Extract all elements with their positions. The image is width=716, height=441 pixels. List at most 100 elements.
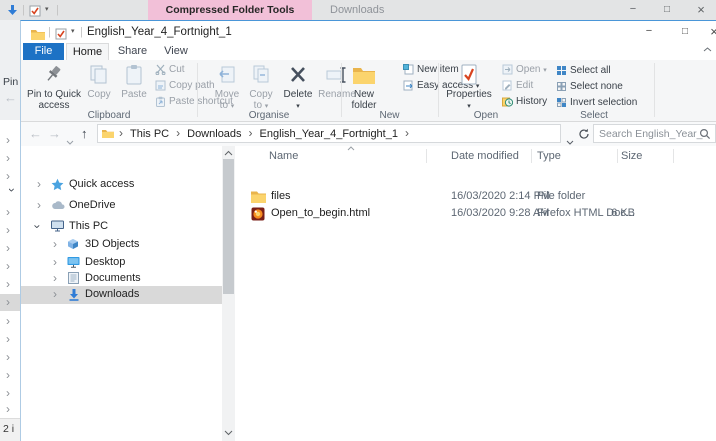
file-tab[interactable]: File [23, 43, 64, 60]
minimize-button[interactable]: − [633, 22, 665, 42]
sidebar-item-desktop[interactable]: › Desktop [21, 254, 222, 271]
column-headers: Name Date modified Type Size [235, 146, 716, 165]
qat-dropdown-icon[interactable]: ▾ [71, 21, 75, 43]
copy-button[interactable]: Copy [83, 63, 115, 100]
address-bar-row: ← → ↑ › This PC › Downloads › English_Ye… [21, 122, 716, 146]
pin-icon [27, 64, 81, 88]
tree-expander-chevron[interactable]: › [6, 259, 18, 273]
tab-share[interactable]: Share [111, 43, 154, 60]
column-header-type[interactable]: Type [537, 147, 561, 165]
select-none-button[interactable]: Select none [556, 80, 623, 95]
tree-expander-chevron[interactable]: › [6, 223, 18, 237]
close-button[interactable]: × [702, 22, 716, 42]
breadcrumb-this-pc[interactable]: This PC [128, 128, 171, 140]
sidebar-item-downloads[interactable]: › Downloads [21, 286, 222, 304]
scrollbar-down-icon[interactable] [224, 430, 233, 441]
tab-view[interactable]: View [156, 43, 196, 60]
search-input[interactable] [594, 125, 703, 142]
tree-expander-chevron[interactable]: › [6, 295, 18, 309]
tree-expander-chevron[interactable]: › [6, 402, 18, 416]
sidebar-item-onedrive[interactable]: › OneDrive [21, 197, 222, 214]
item-count-fragment: 2 i [3, 423, 15, 435]
breadcrumb-downloads[interactable]: Downloads [185, 128, 243, 140]
tree-expander-chevron[interactable]: › [6, 314, 18, 328]
tree-expander-chevron[interactable]: › [53, 287, 57, 302]
tree-expander-chevron[interactable]: › [6, 169, 18, 183]
maximize-button[interactable]: □ [651, 0, 683, 20]
button-label: Properties [446, 89, 492, 100]
ribbon-group-clipboard: Pin to Quick access Copy Paste Cut Copy … [21, 60, 233, 122]
compressed-folder-tools-tab[interactable]: Compressed Folder Tools [148, 0, 312, 20]
group-caption: Open [473, 110, 499, 121]
tree-expander-chevron[interactable]: › [6, 205, 18, 219]
tree-expander-chevron[interactable]: › [6, 368, 18, 382]
invert-selection-button[interactable]: Invert selection [556, 96, 637, 111]
tree-expander-chevron[interactable]: › [6, 133, 18, 147]
file-size: 6 KB [611, 207, 635, 219]
search-box[interactable] [593, 124, 716, 143]
back-icon[interactable]: ← [29, 124, 42, 143]
tab-home[interactable]: Home [66, 43, 109, 60]
file-row-files[interactable]: files 16/03/2020 2:14 PM File folder [235, 188, 716, 205]
minimize-button[interactable]: − [617, 0, 649, 20]
file-date: 16/03/2020 2:14 PM [451, 190, 551, 202]
sidebar-item-this-pc[interactable]: › This PC [21, 218, 222, 235]
file-row-open-to-begin[interactable]: Open_to_begin.html 16/03/2020 9:28 AM Fi… [235, 205, 716, 222]
sidebar-item-documents[interactable]: › Documents [21, 270, 222, 287]
back-icon[interactable]: ← [4, 90, 17, 105]
sidebar-item-label: Documents [85, 272, 141, 284]
qat-dropdown-icon[interactable]: ▾ [45, 0, 49, 20]
address-box[interactable]: › This PC › Downloads › English_Year_4_F… [97, 124, 561, 143]
sidebar-item-label: Quick access [69, 178, 135, 190]
easy-access-icon [403, 80, 414, 91]
tree-expander-chevron[interactable]: › [6, 332, 18, 346]
scrollbar-thumb[interactable] [223, 159, 234, 294]
tree-expander-chevron[interactable]: › [6, 350, 18, 364]
sidebar-item-quick-access[interactable]: › Quick access [21, 176, 222, 193]
tree-expander-chevron[interactable]: › [6, 386, 18, 400]
pin-to-quick-access-button[interactable]: Pin to Quick access [27, 63, 81, 111]
column-header-date-modified[interactable]: Date modified [451, 147, 519, 165]
copy-to-button[interactable]: Copy to ▾ [245, 63, 277, 112]
folder-icon [251, 190, 266, 203]
tree-expander-chevron[interactable]: › [6, 151, 18, 165]
sidebar-item-3d-objects[interactable]: › 3D Objects [21, 236, 222, 253]
edit-button[interactable]: Edit [502, 79, 533, 94]
tree-expander-chevron[interactable]: › [53, 255, 57, 270]
tree-expander-chevron[interactable]: › [53, 271, 57, 286]
new-folder-button[interactable]: New folder [345, 63, 383, 111]
column-header-size[interactable]: Size [621, 147, 642, 165]
copy-icon [83, 64, 115, 88]
select-all-button[interactable]: Select all [556, 64, 611, 79]
close-button[interactable]: × [685, 0, 716, 20]
ribbon-group-select: Select all Select none Invert selection … [534, 60, 654, 122]
navigation-pane: › Quick access › OneDrive › This PC › 3D… [21, 146, 222, 441]
tree-expander-chevron[interactable]: › [37, 198, 41, 213]
breadcrumb-separator-icon: › [176, 126, 181, 140]
move-to-button[interactable]: Move to ▾ [211, 63, 243, 112]
nav-scrollbar[interactable] [222, 146, 235, 441]
tree-expander-chevron[interactable]: › [6, 277, 18, 291]
refresh-icon[interactable] [578, 126, 590, 145]
up-icon[interactable]: ↑ [81, 124, 88, 143]
delete-button[interactable]: Delete ▾ [281, 63, 315, 112]
tree-expander-chevron[interactable]: › [30, 225, 45, 229]
tree-expander-chevron[interactable]: › [37, 177, 41, 192]
maximize-button[interactable]: □ [669, 22, 701, 42]
tree-expander-chevron[interactable]: › [6, 241, 18, 255]
qat-separator: | [80, 26, 83, 38]
tree-expander-chevron[interactable]: › [53, 237, 57, 252]
cut-button[interactable]: Cut [155, 63, 185, 78]
breadcrumb-current-folder[interactable]: English_Year_4_Fortnight_1 [258, 128, 400, 140]
downloads-arrow-icon[interactable] [6, 4, 19, 16]
properties-button[interactable]: Properties ▾ [444, 63, 494, 112]
sidebar-item-label: This PC [69, 220, 109, 232]
sidebar-item-label: 3D Objects [85, 238, 140, 250]
invert-selection-icon [556, 97, 567, 108]
breadcrumb-separator-icon: › [404, 126, 409, 140]
forward-icon[interactable]: → [48, 124, 61, 143]
collapse-ribbon-icon[interactable] [703, 47, 712, 52]
column-header-name[interactable]: Name [269, 147, 298, 165]
paste-button[interactable]: Paste [117, 63, 151, 100]
tree-expander-chevron[interactable]: › [5, 188, 19, 200]
